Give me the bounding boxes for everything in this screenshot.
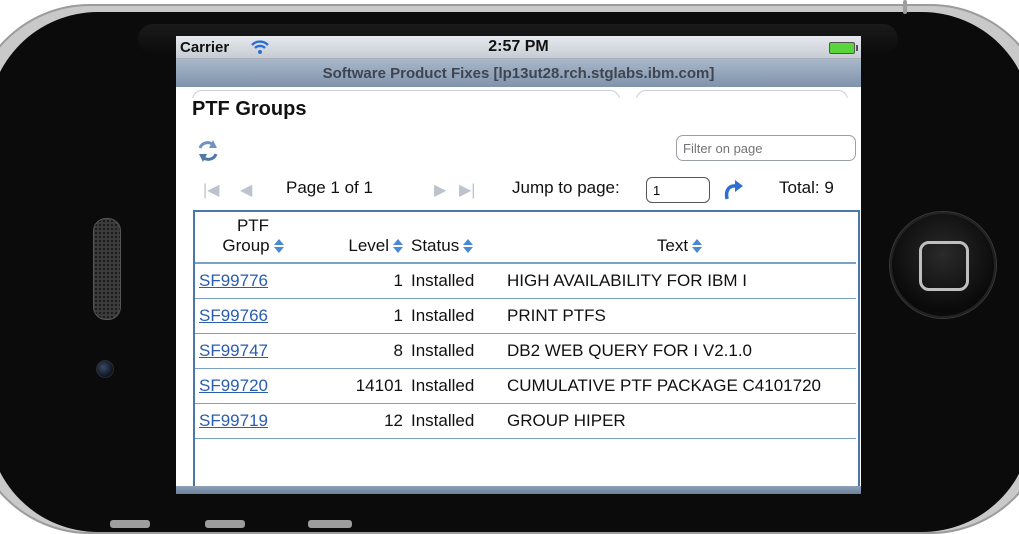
column-header-status[interactable]: Status: [407, 212, 503, 264]
table-row: SF99747 8 Installed DB2 WEB QUERY FOR I …: [195, 333, 856, 369]
table-row: SF99776 1 Installed HIGH AVAILABILITY FO…: [195, 263, 856, 299]
level-cell: 12: [311, 403, 407, 439]
level-cell: 8: [311, 333, 407, 369]
column-header-label: Level: [348, 236, 389, 255]
app-title: Software Product Fixes [lp13ut28.rch.stg…: [322, 65, 715, 82]
volume-button: [110, 520, 150, 528]
table-header-row: PTF Group Level Status Text: [195, 212, 856, 264]
ptf-groups-table: PTF Group Level Status Text SF99776 1 In…: [193, 210, 860, 494]
text-cell: PRINT PTFS: [503, 298, 856, 334]
go-arrow-icon[interactable]: [722, 177, 744, 201]
prev-page-icon[interactable]: ◀: [240, 180, 252, 200]
home-square-icon: [919, 241, 969, 291]
mute-switch: [308, 520, 352, 528]
next-page-icon[interactable]: ▶: [434, 180, 446, 200]
clock: 2:57 PM: [488, 38, 549, 55]
sort-icon: [273, 239, 284, 253]
battery-icon: [829, 42, 858, 54]
level-cell: 1: [311, 263, 407, 299]
total-count: Total: 9: [779, 178, 834, 197]
column-header-ptf-group[interactable]: PTF Group: [195, 212, 311, 264]
table-row: SF99720 14101 Installed CUMULATIVE PTF P…: [195, 368, 856, 404]
status-cell: Installed: [407, 368, 503, 404]
column-header-label: Group: [222, 236, 270, 255]
column-header-label: Text: [656, 236, 689, 255]
screen: Carrier 2:57 PM Software Product Fixes […: [176, 36, 861, 494]
main-content: PTF Groups |◀ ◀ Page 1 of 1 ▶ ▶| Jump to…: [176, 98, 861, 494]
status-cell: Installed: [407, 333, 503, 369]
status-cell: Installed: [407, 263, 503, 299]
ptf-group-link[interactable]: SF99747: [199, 341, 268, 360]
last-page-icon[interactable]: ▶|: [459, 180, 475, 200]
power-button: [903, 0, 907, 14]
ptf-group-link[interactable]: SF99766: [199, 306, 268, 325]
sort-icon: [393, 239, 403, 253]
volume-button: [205, 520, 245, 528]
home-button[interactable]: [890, 212, 996, 318]
status-cell: Installed: [407, 298, 503, 334]
ptf-group-link[interactable]: SF99720: [199, 376, 268, 395]
pagination-bar: |◀ ◀ Page 1 of 1 ▶ ▶| Jump to page: Tota…: [176, 176, 861, 204]
title-bar: Software Product Fixes [lp13ut28.rch.stg…: [176, 59, 861, 87]
column-header-label: PTF: [236, 216, 270, 235]
sort-icon: [692, 239, 703, 253]
column-header-label: Status: [411, 236, 460, 255]
bottom-toolbar: [176, 486, 861, 494]
column-header-level[interactable]: Level: [311, 212, 407, 264]
refresh-icon[interactable]: [196, 138, 220, 164]
level-cell: 14101: [311, 368, 407, 404]
jump-to-page-input[interactable]: [646, 177, 710, 203]
table-row: SF99719 12 Installed GROUP HIPER: [195, 403, 856, 439]
status-cell: Installed: [407, 403, 503, 439]
column-header-text[interactable]: Text: [503, 212, 856, 264]
sort-icon: [463, 239, 474, 253]
ptf-group-link[interactable]: SF99776: [199, 271, 268, 290]
first-page-icon[interactable]: |◀: [203, 180, 219, 200]
ptf-group-link[interactable]: SF99719: [199, 411, 268, 430]
front-camera: [96, 360, 114, 378]
text-cell: CUMULATIVE PTF PACKAGE C4101720: [503, 368, 856, 404]
text-cell: DB2 WEB QUERY FOR I V2.1.0: [503, 333, 856, 369]
text-cell: GROUP HIPER: [503, 403, 856, 439]
page-title: PTF Groups: [192, 98, 307, 120]
jump-to-page-label: Jump to page:: [512, 178, 620, 197]
table-row: SF99766 1 Installed PRINT PTFS: [195, 298, 856, 334]
text-cell: HIGH AVAILABILITY FOR IBM I: [503, 263, 856, 299]
page-indicator: Page 1 of 1: [286, 178, 373, 197]
filter-input[interactable]: [676, 135, 856, 161]
level-cell: 1: [311, 298, 407, 334]
status-bar: Carrier 2:57 PM: [176, 36, 861, 59]
speaker-grille: [93, 218, 121, 320]
